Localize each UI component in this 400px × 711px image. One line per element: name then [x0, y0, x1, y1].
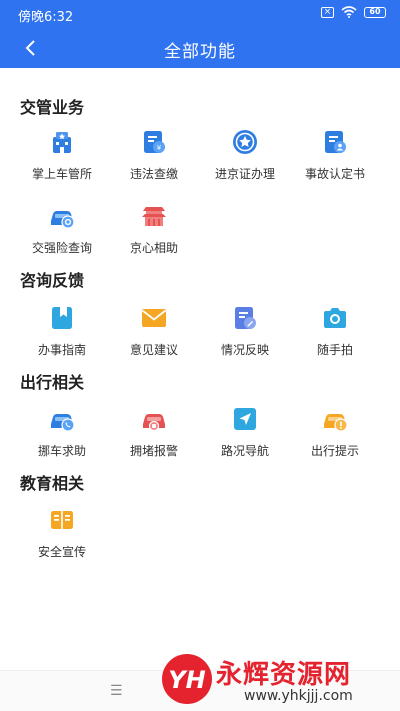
section-title-consult: 咨询反馈 [20, 271, 85, 290]
item-label: 情况反映 [220, 343, 269, 357]
item-label: 办事指南 [37, 343, 86, 357]
item-label: 交强险查询 [31, 241, 92, 255]
item-travel-tips[interactable]: 出行提示 [290, 405, 380, 459]
item-congestion-alarm[interactable]: 拥堵报警 [109, 405, 199, 459]
wifi-icon [341, 6, 357, 18]
item-move-car[interactable]: 挪车求助 [17, 405, 107, 459]
item-label: 拥堵报警 [129, 444, 178, 458]
item-jingxin[interactable]: 京心相助 [109, 202, 199, 256]
function-list: 交管业务 掌上车管所 ¥ 违法查缴 进京证办理 事故认定书 交强险查询 京心相助… [0, 68, 400, 668]
status-time: 傍晚6:32 [18, 10, 74, 25]
item-label: 意见建议 [129, 343, 178, 357]
bookmark-icon [52, 307, 72, 329]
item-vehicle-office[interactable]: 掌上车管所 [17, 128, 107, 182]
item-label: 事故认定书 [304, 167, 365, 181]
section-title-education: 教育相关 [20, 474, 85, 493]
page-title: 全部功能 [164, 42, 236, 62]
mail-icon [141, 309, 167, 327]
item-accident-report[interactable]: 事故认定书 [290, 128, 380, 182]
violation-icon: ¥ [144, 131, 165, 153]
item-beijing-pass[interactable]: 进京证办理 [200, 128, 290, 182]
item-label: 挪车求助 [37, 444, 86, 458]
item-label: 出行提示 [310, 444, 359, 458]
item-label: 随手拍 [316, 343, 353, 357]
item-label: 路况导航 [220, 444, 269, 458]
item-navigation[interactable]: 路况导航 [200, 405, 290, 459]
insurance-car-icon [51, 211, 75, 229]
status-icons: × 60 [321, 6, 386, 18]
watermark-url: www.yhkjjj.com [244, 688, 353, 704]
item-label: 京心相助 [129, 241, 178, 255]
car-alert-icon [324, 414, 348, 432]
navigation-icon [234, 408, 256, 430]
item-report-situation[interactable]: 情况反映 [200, 304, 290, 358]
watermark-brand: 永辉资源网 [216, 660, 352, 690]
svg-text:YH: YH [168, 666, 205, 694]
item-label: 掌上车管所 [31, 167, 92, 181]
building-icon [53, 132, 71, 153]
car-phone-icon [51, 414, 75, 432]
battery-icon: 60 [364, 6, 386, 18]
item-label: 违法查缴 [129, 167, 178, 181]
nav-bar: 全部功能 [0, 28, 400, 68]
section-title-travel: 出行相关 [20, 373, 85, 392]
accident-report-icon [325, 131, 346, 153]
item-guide[interactable]: 办事指南 [17, 304, 107, 358]
svg-text:¥: ¥ [157, 144, 162, 152]
book-icon [51, 511, 73, 529]
item-label: 进京证办理 [214, 167, 275, 181]
temple-icon [142, 207, 166, 226]
item-violation[interactable]: ¥ 违法查缴 [109, 128, 199, 182]
camera-icon [324, 308, 346, 328]
edit-report-icon [235, 307, 256, 329]
item-snapshot[interactable]: 随手拍 [290, 304, 380, 358]
beijing-pass-icon [233, 130, 257, 154]
watermark: YH 永辉资源网 www.yhkjjj.com [160, 652, 382, 708]
notification-off-icon: × [321, 6, 334, 18]
item-insurance[interactable]: 交强险查询 [17, 202, 107, 256]
menu-key-icon[interactable]: ☰ [110, 683, 123, 699]
section-title-traffic: 交管业务 [20, 98, 85, 117]
status-bar: 傍晚6:32 × 60 [0, 0, 400, 28]
item-label: 安全宣传 [37, 545, 86, 559]
item-safety-promo[interactable]: 安全宣传 [17, 506, 107, 560]
car-alarm-icon [143, 414, 165, 432]
item-suggestion[interactable]: 意见建议 [109, 304, 199, 358]
watermark-logo: YH [162, 654, 212, 704]
